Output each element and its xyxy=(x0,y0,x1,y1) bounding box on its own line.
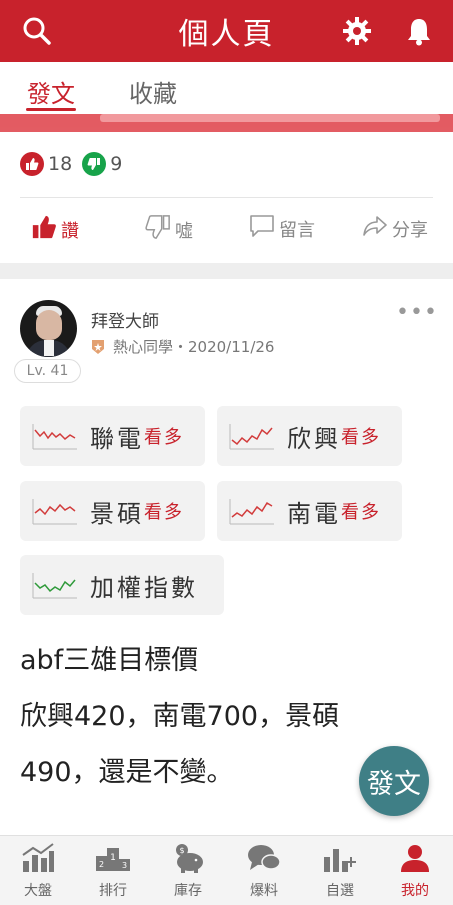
stock-chip-unimicron[interactable]: 欣興 看多 xyxy=(217,406,402,466)
reaction-summary: 18 9 xyxy=(20,150,132,178)
tab-favorites[interactable]: 收藏 xyxy=(129,74,177,109)
search-icon[interactable] xyxy=(20,14,54,48)
post-meta: 熱心同學・2020/11/26 xyxy=(91,336,274,357)
green-trend-sparkline-icon xyxy=(32,573,77,599)
thumbs-up-icon xyxy=(31,214,57,245)
piggy-bank-icon: $ xyxy=(170,842,206,874)
thumbs-down-outline-icon xyxy=(145,214,171,245)
share-button[interactable]: 分享 xyxy=(362,214,428,243)
thumbs-down-icon xyxy=(82,152,107,176)
nav-item-mine[interactable]: 我的 xyxy=(377,842,453,900)
share-arrow-icon xyxy=(362,214,388,243)
previous-post-preview-strip xyxy=(0,114,453,132)
stock-chip-taiex[interactable]: 加權指數 xyxy=(20,555,224,615)
comment-icon xyxy=(249,214,275,243)
stock-chip-kinsus[interactable]: 景碩 看多 xyxy=(20,481,205,541)
user-level-badge: Lv. 41 xyxy=(14,359,81,383)
nav-item-tips[interactable]: 爆料 xyxy=(226,842,302,900)
like-count: 18 xyxy=(20,152,72,176)
comment-button[interactable]: 留言 xyxy=(249,214,315,243)
red-trend-sparkline-icon xyxy=(32,424,77,450)
post-body-line-2: 欣興420，南電700，景碩 xyxy=(20,701,340,732)
thumbs-up-icon xyxy=(20,152,44,176)
stock-chip-umc[interactable]: 聯電 看多 xyxy=(20,406,205,466)
page-title: 個人頁 xyxy=(178,17,275,52)
tab-posts[interactable]: 發文 xyxy=(27,74,75,109)
svg-text:1: 1 xyxy=(110,853,116,863)
gear-icon[interactable] xyxy=(340,14,374,48)
avatar[interactable] xyxy=(20,300,77,357)
svg-text:3: 3 xyxy=(122,861,127,870)
add-chart-icon xyxy=(322,842,358,874)
red-trend-sparkline-icon xyxy=(229,499,274,525)
active-tab-indicator xyxy=(26,108,76,111)
nav-item-market[interactable]: 大盤 xyxy=(0,842,76,900)
rank-badge-icon xyxy=(91,339,105,355)
svg-text:$: $ xyxy=(179,846,184,855)
more-options-icon[interactable]: ••• xyxy=(396,300,438,325)
dislike-count: 9 xyxy=(82,152,122,176)
boo-button[interactable]: 噓 xyxy=(145,214,193,245)
nav-item-watchlist[interactable]: 自選 xyxy=(302,842,378,900)
author-name[interactable]: 拜登大師 xyxy=(91,307,159,332)
post-body-line-1: abf三雄目標價 xyxy=(20,645,199,676)
post-body-line-3: 490，還是不變。 xyxy=(20,757,234,788)
section-separator xyxy=(0,263,453,279)
new-post-button[interactable]: 發文 xyxy=(359,746,429,816)
rank-and-date: 熱心同學・2020/11/26 xyxy=(113,338,275,356)
bell-icon[interactable] xyxy=(402,14,436,48)
podium-icon: 12 3 xyxy=(95,842,131,874)
profile-tabs: 發文 收藏 xyxy=(0,62,453,114)
nav-item-ranking[interactable]: 123 排行 xyxy=(75,842,151,900)
chart-bar-icon xyxy=(20,842,56,874)
red-trend-sparkline-icon xyxy=(32,499,77,525)
bottom-navigation: 大盤 123 排行 $ 庫存 爆料 自選 我的 xyxy=(0,835,453,905)
user-icon xyxy=(397,842,433,874)
svg-text:2: 2 xyxy=(99,860,104,869)
post-action-bar: 讚 噓 留言 分享 xyxy=(0,210,453,254)
nav-item-portfolio[interactable]: $ 庫存 xyxy=(150,842,226,900)
divider xyxy=(20,197,433,198)
app-header: 個人頁 xyxy=(0,0,453,62)
like-button[interactable]: 讚 xyxy=(31,214,79,245)
stock-chip-nan-ya-pcb[interactable]: 南電 看多 xyxy=(217,481,402,541)
red-trend-sparkline-icon xyxy=(229,424,274,450)
chat-bubbles-icon xyxy=(246,842,282,874)
